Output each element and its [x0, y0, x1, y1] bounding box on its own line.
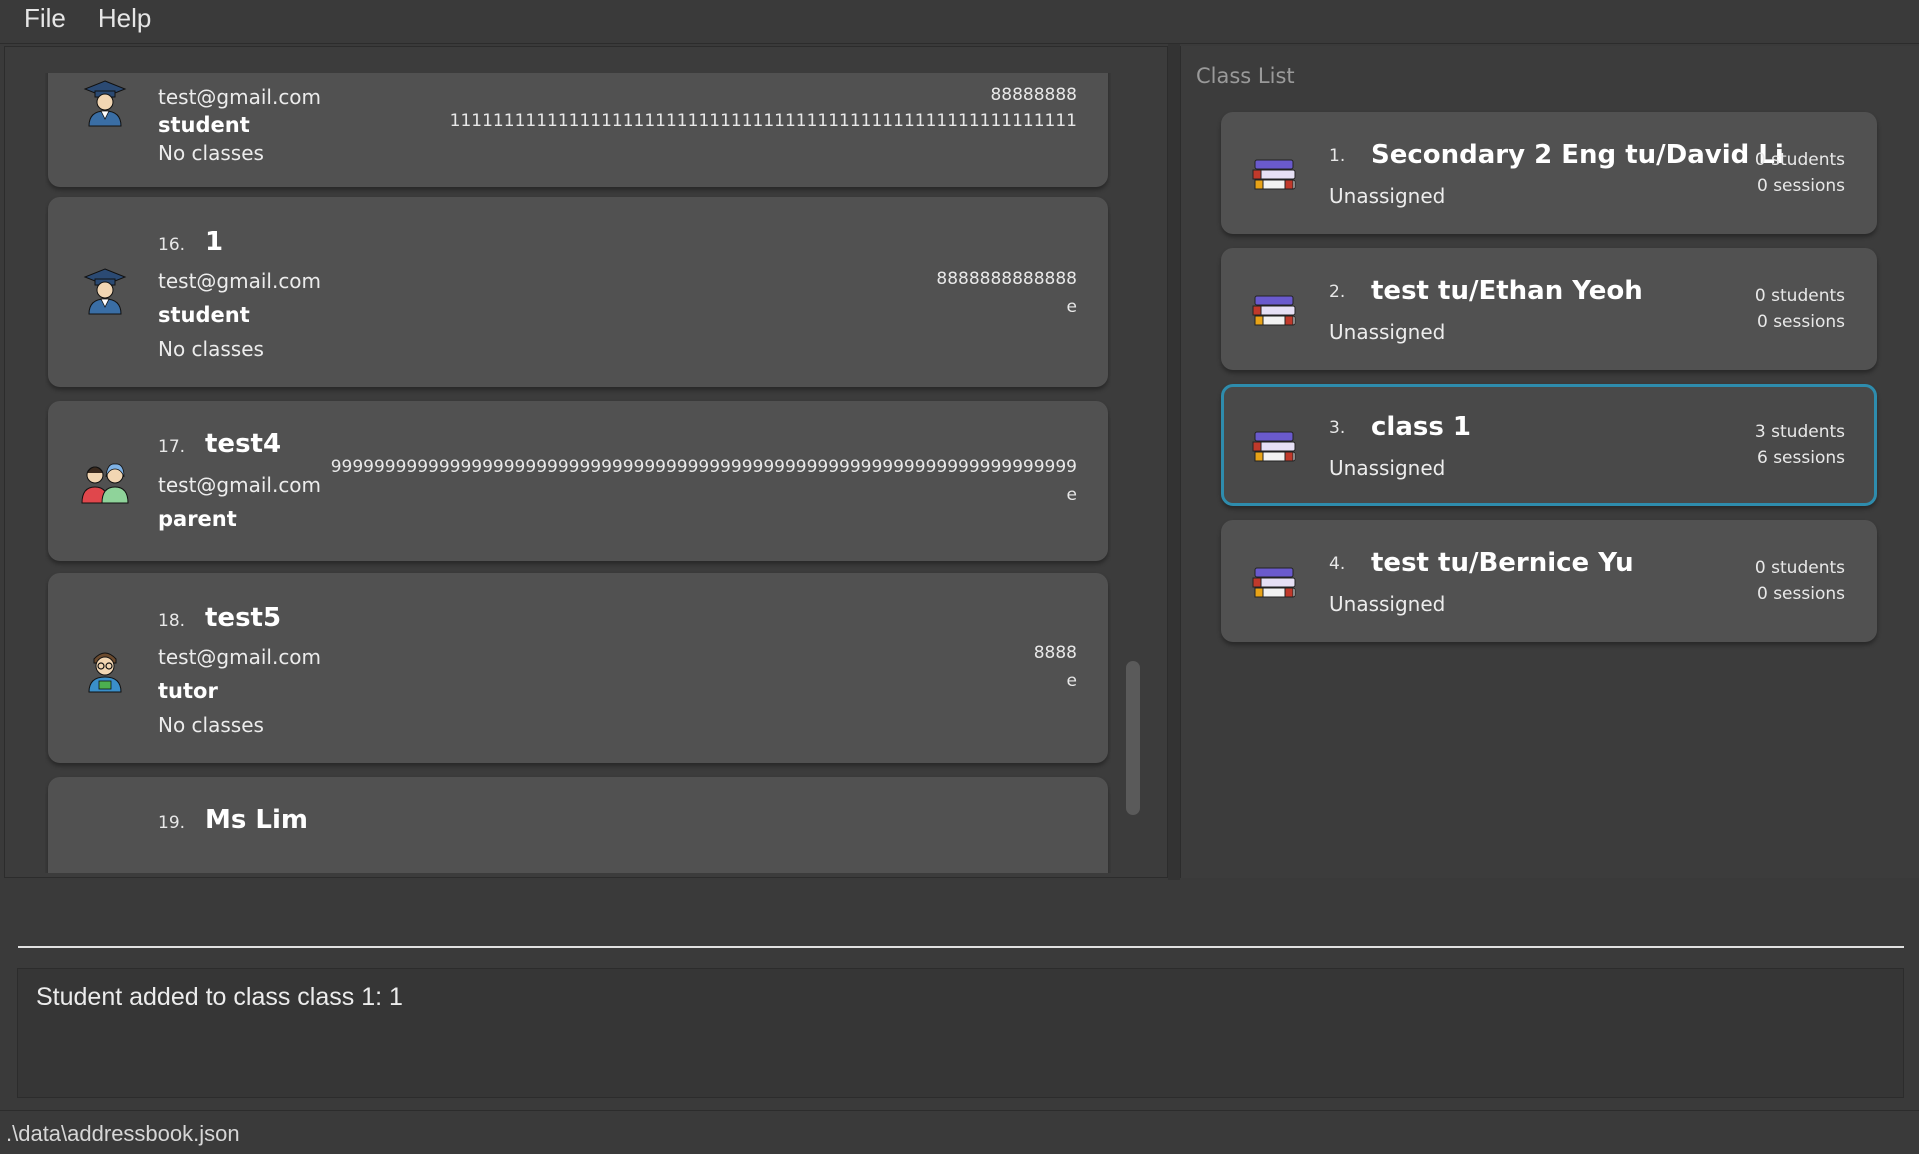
command-input[interactable]: [18, 884, 1904, 948]
person-classes: No classes: [158, 141, 264, 165]
class-name: Secondary 2 Eng tu/David Li: [1371, 140, 1784, 170]
person-email: test@gmail.com: [158, 473, 322, 497]
person-email: test@gmail.com: [158, 85, 322, 109]
person-phone: 88888888: [990, 85, 1077, 105]
status-bar: .\data\addressbook.json: [0, 1110, 1919, 1154]
person-extra: e: [1066, 671, 1077, 691]
menu-file[interactable]: File: [0, 3, 80, 40]
class-name: test tu/Ethan Yeoh: [1371, 276, 1643, 306]
person-index: 17.: [158, 437, 186, 457]
pane-divider[interactable]: [1168, 44, 1180, 880]
student-icon: [83, 268, 127, 315]
class-card[interactable]: 2. test tu/Ethan Yeoh Unassigned 0 stude…: [1221, 248, 1877, 370]
person-card[interactable]: 19. Ms Lim: [48, 777, 1108, 873]
person-email: test@gmail.com: [158, 645, 322, 669]
person-list-panel: test@gmail.com student No classes 888888…: [4, 46, 1168, 878]
person-name: test4: [205, 429, 282, 459]
person-phone: 8888888888888: [936, 269, 1077, 289]
person-name: 1: [205, 227, 224, 257]
person-index: 18.: [158, 611, 186, 631]
class-index: 3.: [1329, 418, 1346, 438]
class-students: 0 students: [1754, 150, 1845, 170]
person-role: tutor: [158, 679, 218, 703]
class-card[interactable]: 1. Secondary 2 Eng tu/David Li Unassigne…: [1221, 112, 1877, 234]
person-index: 16.: [158, 235, 186, 255]
person-phone: 9999999999999999999999999999999999999999…: [330, 457, 1077, 477]
person-extra: e: [1066, 297, 1077, 317]
class-students: 0 students: [1754, 286, 1845, 306]
books-icon: [1252, 431, 1296, 462]
person-role: parent: [158, 507, 237, 531]
person-email: test@gmail.com: [158, 269, 322, 293]
person-list-scrollbar[interactable]: [1126, 661, 1140, 815]
person-role: student: [158, 303, 250, 327]
class-index: 4.: [1329, 554, 1346, 574]
class-list-title: Class List: [1196, 64, 1295, 88]
person-extra: 1111111111111111111111111111111111111111…: [449, 111, 1077, 131]
person-card[interactable]: 16. 1 test@gmail.com student No classes …: [48, 197, 1108, 387]
class-tutor: Unassigned: [1329, 320, 1446, 344]
class-students: 0 students: [1754, 558, 1845, 578]
class-sessions: 0 sessions: [1756, 312, 1845, 332]
person-card[interactable]: test@gmail.com student No classes 888888…: [48, 73, 1108, 187]
person-name: test5: [205, 603, 282, 633]
person-phone: 8888: [1033, 643, 1077, 663]
class-card-selected[interactable]: 3. class 1 Unassigned 3 students 6 sessi…: [1221, 384, 1877, 506]
person-name: Ms Lim: [205, 805, 308, 835]
tutor-icon: [88, 652, 122, 693]
class-name: test tu/Bernice Yu: [1371, 548, 1634, 578]
person-extra: e: [1066, 485, 1077, 505]
menu-bar: File Help: [0, 0, 1919, 44]
class-tutor: Unassigned: [1329, 456, 1446, 480]
class-tutor: Unassigned: [1329, 184, 1446, 208]
menu-help[interactable]: Help: [80, 3, 165, 40]
books-icon: [1252, 567, 1296, 598]
person-card[interactable]: 17. test4 test@gmail.com parent 99999999…: [48, 401, 1108, 561]
student-icon: [83, 80, 127, 127]
result-message: Student added to class class 1: 1: [36, 983, 403, 1011]
person-card[interactable]: 18. test5 test@gmail.com tutor No classe…: [48, 573, 1108, 763]
class-tutor: Unassigned: [1329, 592, 1446, 616]
parent-icon: [81, 463, 129, 504]
person-index: 19.: [158, 813, 186, 833]
person-role: student: [158, 113, 250, 137]
class-sessions: 6 sessions: [1756, 448, 1845, 468]
person-list-viewport: test@gmail.com student No classes 888888…: [45, 73, 1111, 873]
class-students: 3 students: [1754, 422, 1845, 442]
save-location: .\data\addressbook.json: [6, 1121, 240, 1146]
class-sessions: 0 sessions: [1756, 584, 1845, 604]
person-classes: No classes: [158, 337, 264, 361]
class-name: class 1: [1371, 412, 1471, 442]
result-display[interactable]: Student added to class class 1: 1: [17, 968, 1904, 1098]
person-list: test@gmail.com student No classes 888888…: [45, 73, 1111, 877]
class-list-panel: Class List 1. Secondary 2 Eng tu/David L…: [1180, 46, 1919, 878]
class-card[interactable]: 4. test tu/Bernice Yu Unassigned 0 stude…: [1221, 520, 1877, 642]
class-sessions: 0 sessions: [1756, 176, 1845, 196]
books-icon: [1252, 295, 1296, 326]
books-icon: [1252, 159, 1296, 190]
class-index: 1.: [1329, 146, 1346, 166]
person-classes: No classes: [158, 713, 264, 737]
class-index: 2.: [1329, 282, 1346, 302]
